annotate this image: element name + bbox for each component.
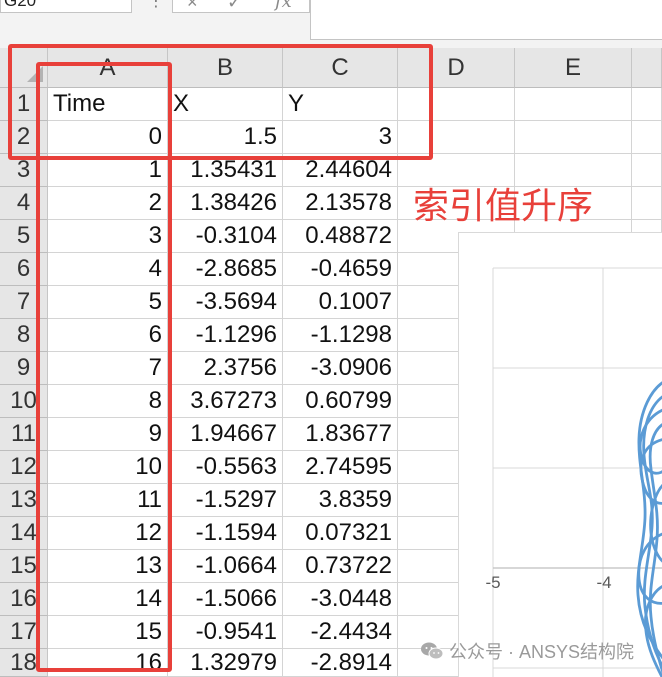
formula-bar: G20 ⋮ × ✓ fx <box>0 0 662 48</box>
cell-B7[interactable]: -3.5694 <box>168 286 283 319</box>
cell-C8[interactable]: -1.1298 <box>283 319 398 352</box>
watermark-text: 公众号 · ANSYS结构院 <box>449 642 635 662</box>
cell-B6[interactable]: -2.8685 <box>168 253 283 286</box>
cell-C11[interactable]: 1.83677 <box>283 418 398 451</box>
cell-B16[interactable]: -1.5066 <box>168 583 283 616</box>
cell-B9[interactable]: 2.3756 <box>168 352 283 385</box>
cell-E1[interactable] <box>515 88 632 121</box>
chart[interactable]: -5 -4 <box>458 232 662 677</box>
chart-canvas: -5 -4 <box>485 267 662 677</box>
x-tick-label: -4 <box>596 573 611 592</box>
cell-B18[interactable]: 1.32979 <box>168 649 283 677</box>
cell-B8[interactable]: -1.1296 <box>168 319 283 352</box>
cell-F1[interactable] <box>632 88 662 121</box>
cancel-icon[interactable]: × <box>187 0 198 12</box>
cell-C15[interactable]: 0.73722 <box>283 550 398 583</box>
cell-F3[interactable] <box>632 154 662 187</box>
cell-B13[interactable]: -1.5297 <box>168 484 283 517</box>
formula-input[interactable] <box>310 0 662 40</box>
cell-C14[interactable]: 0.07321 <box>283 517 398 550</box>
cell-C17[interactable]: -2.4434 <box>283 616 398 649</box>
x-tick-label: -5 <box>485 573 500 592</box>
cell-B15[interactable]: -1.0664 <box>168 550 283 583</box>
cell-B14[interactable]: -1.1594 <box>168 517 283 550</box>
cell-B17[interactable]: -0.9541 <box>168 616 283 649</box>
cell-B12[interactable]: -0.5563 <box>168 451 283 484</box>
annotation-text: 索引值升序 <box>413 185 594 226</box>
cell-F4[interactable] <box>632 187 662 220</box>
cell-B11[interactable]: 1.94667 <box>168 418 283 451</box>
cell-C5[interactable]: 0.48872 <box>283 220 398 253</box>
cell-C18[interactable]: -2.8914 <box>283 649 398 677</box>
name-box-value: G20 <box>4 0 37 10</box>
plot-area: -5 -4 <box>485 267 662 677</box>
watermark: 公众号 · ANSYS结构院 <box>420 639 660 663</box>
annotation-box-column-a <box>36 62 172 672</box>
cell-C6[interactable]: -0.4659 <box>283 253 398 286</box>
cell-C10[interactable]: 0.60799 <box>283 385 398 418</box>
cell-E2[interactable] <box>515 121 632 154</box>
cell-F2[interactable] <box>632 121 662 154</box>
cell-C4[interactable]: 2.13578 <box>283 187 398 220</box>
formula-buttons: × ✓ fx <box>172 0 310 13</box>
name-box[interactable]: G20 <box>0 0 132 13</box>
column-header-F[interactable] <box>632 48 662 88</box>
cell-C16[interactable]: -3.0448 <box>283 583 398 616</box>
insert-function-icon[interactable]: fx <box>275 0 292 12</box>
cell-B4[interactable]: 1.38426 <box>168 187 283 220</box>
enter-icon[interactable]: ✓ <box>227 0 242 12</box>
excel-window: G20 ⋮ × ✓ fx A B C D E 1 Time X Y 2 0 1.5 3 3 1 1.35431… <box>0 0 662 677</box>
cell-C9[interactable]: -3.0906 <box>283 352 398 385</box>
cell-B10[interactable]: 3.67273 <box>168 385 283 418</box>
cell-C13[interactable]: 3.8359 <box>283 484 398 517</box>
cell-C12[interactable]: 2.74595 <box>283 451 398 484</box>
cell-C7[interactable]: 0.1007 <box>283 286 398 319</box>
more-options-icon[interactable]: ⋮ <box>146 0 158 12</box>
cell-B5[interactable]: -0.3104 <box>168 220 283 253</box>
series <box>636 381 662 677</box>
column-header-E[interactable]: E <box>515 48 632 88</box>
wechat-icon <box>421 642 444 660</box>
cell-E3[interactable] <box>515 154 632 187</box>
